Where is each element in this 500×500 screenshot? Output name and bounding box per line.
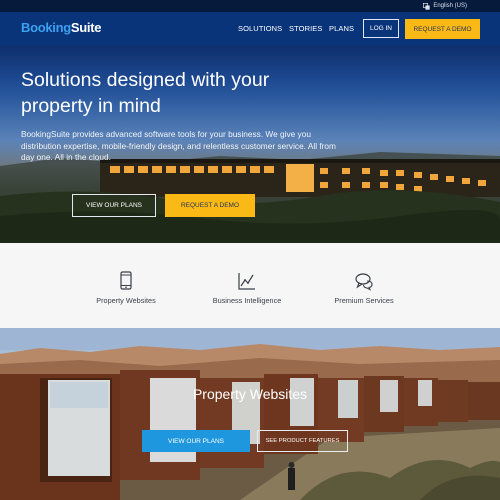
top-utility-bar: English (US) <box>0 0 500 12</box>
section-background-photo <box>0 328 500 500</box>
language-selector[interactable]: English (US) <box>423 1 467 11</box>
section-title: Property Websites <box>192 386 308 402</box>
feature-business-intelligence[interactable]: Business Intelligence <box>187 243 307 328</box>
feature-premium-services[interactable]: Premium Services <box>304 243 424 328</box>
request-demo-button[interactable]: REQUEST A DEMO <box>405 19 480 39</box>
hero-title: Solutions designed with your property in… <box>21 69 270 117</box>
translate-icon <box>423 2 430 10</box>
login-button[interactable]: LOG IN <box>363 19 399 38</box>
nav-stories[interactable]: STORIES <box>289 24 323 33</box>
line-chart-icon <box>238 273 255 290</box>
language-label: English (US) <box>433 3 467 9</box>
property-websites-section: Property Websites VIEW OUR PLANS SEE PRO… <box>0 328 500 500</box>
feature-label: Business Intelligence <box>212 296 282 305</box>
feature-label: Premium Services <box>334 296 394 305</box>
features-strip: Property Websites Business Intelligence … <box>0 243 500 328</box>
feature-label: Property Websites <box>96 296 156 305</box>
hero-description: BookingSuite provides advanced software … <box>21 129 336 163</box>
site-header: BookingSuite SOLUTIONS STORIES PLANS LOG… <box>0 12 500 46</box>
view-plans-button[interactable]: VIEW OUR PLANS <box>72 194 156 217</box>
mobile-phone-icon <box>120 271 132 290</box>
hero-section: Solutions designed with your property in… <box>0 46 500 243</box>
nav-plans[interactable]: PLANS <box>329 24 354 33</box>
nav-solutions[interactable]: SOLUTIONS <box>238 24 282 33</box>
see-product-features-button[interactable]: SEE PRODUCT FEATURES <box>257 430 348 452</box>
section-view-plans-button[interactable]: VIEW OUR PLANS <box>142 430 250 452</box>
chat-bubbles-icon <box>355 273 373 291</box>
feature-property-websites[interactable]: Property Websites <box>66 243 186 328</box>
hero-request-demo-button[interactable]: REQUEST A DEMO <box>165 194 255 217</box>
